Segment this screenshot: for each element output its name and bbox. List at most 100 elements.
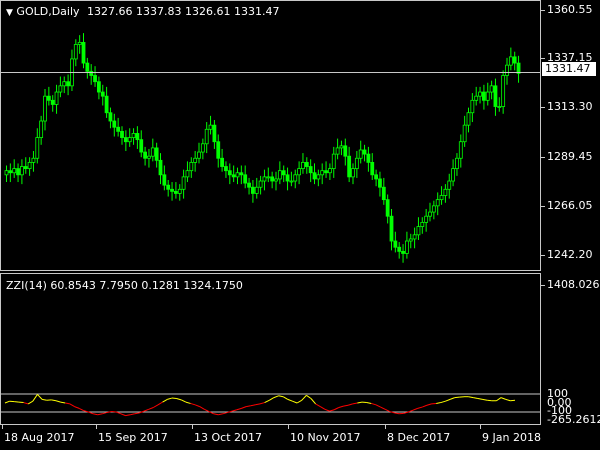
candlestick (277, 161, 282, 185)
candlestick (443, 184, 448, 203)
candlestick (274, 171, 278, 191)
candlestick (120, 126, 124, 145)
candlestick (131, 128, 136, 145)
zzi-segment (445, 398, 451, 402)
zzi-segment (37, 394, 43, 400)
indicator-scale[interactable]: 1408.0261 100 0.00 -100 -265.2612 (541, 273, 600, 426)
zzi-segment (134, 412, 140, 415)
candlestick (289, 171, 294, 187)
candlestick (381, 177, 386, 205)
symbol-name: GOLD,Daily (16, 5, 80, 18)
candlestick (320, 163, 325, 185)
triangle-down-icon[interactable]: ▼ (6, 8, 13, 18)
zzi-segment (32, 394, 38, 402)
candlestick (262, 169, 267, 191)
zzi-segment (60, 401, 66, 404)
zzi-segment (417, 406, 423, 409)
price-scale[interactable]: 1360.55 1337.15 1313.30 1289.45 1266.05 … (541, 0, 600, 271)
zzi-segment (255, 403, 261, 406)
candlestick (12, 159, 17, 178)
price-tick: 1360.55 (547, 3, 593, 16)
candlestick (19, 159, 24, 185)
candlestick (177, 184, 182, 201)
zzi-segment (180, 399, 187, 403)
indicator-panel[interactable]: ZZI(14) 60.8543 7.7950 0.1281 1324.1750 (0, 273, 541, 425)
zzi-segment (259, 402, 265, 405)
price-chart-panel[interactable]: ▼ GOLD,Daily 1327.66 1337.83 1326.61 133… (0, 0, 541, 271)
zzi-segment (301, 395, 307, 401)
candlestick (347, 146, 352, 183)
date-tick: 8 Dec 2017 (387, 431, 451, 444)
zzi-segment (468, 396, 474, 399)
candlestick (166, 179, 171, 197)
candlestick (362, 144, 367, 162)
candlestick (270, 171, 275, 189)
zzi-segment (500, 397, 506, 400)
candlestick (200, 138, 205, 160)
zzi-segment (426, 403, 432, 406)
candlestick (354, 151, 359, 178)
candlestick (77, 35, 82, 54)
candlestick (154, 142, 159, 168)
candlestick (143, 146, 148, 166)
zzi-segment (245, 405, 251, 408)
candlestick (420, 217, 425, 234)
candlestick (493, 78, 498, 116)
zzi-segment (287, 398, 293, 402)
candlestick (358, 140, 363, 164)
zzi-segment (278, 395, 284, 398)
candlestick (374, 169, 379, 187)
candlestick (185, 161, 190, 183)
candlestick (439, 186, 444, 205)
candlestick (339, 140, 344, 156)
candlestick (97, 76, 101, 100)
candlestick (247, 177, 251, 195)
candlestick (281, 165, 286, 183)
candlestick (81, 33, 86, 69)
candlestick (378, 171, 382, 197)
candlestick (23, 157, 28, 174)
candlestick (258, 175, 263, 195)
zzi-segment (41, 398, 47, 401)
candlestick (239, 165, 244, 185)
zzi-segment (157, 401, 163, 406)
candlestick (62, 76, 67, 94)
ohlc-values: 1327.66 1337.83 1326.61 1331.47 (87, 5, 280, 18)
zzi-segment (440, 400, 446, 404)
candlestick (220, 148, 225, 172)
candlestick (204, 122, 209, 154)
zzi-segment (352, 402, 358, 405)
candlestick (93, 66, 97, 87)
zzi-segment (69, 403, 75, 408)
zzi-segment (380, 406, 386, 410)
zzi-segment (296, 399, 302, 404)
zzi-segment (269, 397, 275, 401)
candlestick (508, 47, 513, 71)
zzi-segment (232, 409, 237, 412)
candlestick (404, 231, 409, 259)
price-tick: 1313.30 (547, 100, 593, 113)
candlestick (412, 227, 417, 249)
candlestick (370, 153, 375, 180)
candlestick (485, 82, 490, 106)
candlestick (366, 146, 371, 172)
candlestick (327, 163, 332, 180)
candlestick (100, 84, 105, 106)
candlestick (158, 153, 163, 185)
zzi-segment (315, 403, 321, 408)
candlestick (43, 88, 47, 131)
candlestick (497, 97, 502, 112)
zzi-segment (92, 413, 98, 416)
indicator-header: ZZI(14) 60.8543 7.7950 0.1281 1324.1750 (6, 279, 243, 292)
zzi-segment (273, 395, 279, 399)
candlestick (385, 194, 390, 224)
candlestick (227, 163, 232, 185)
candlestick (35, 128, 40, 164)
date-tick: 18 Aug 2017 (4, 431, 75, 444)
zzi-segment (78, 407, 85, 412)
date-axis[interactable]: 18 Aug 2017 15 Sep 2017 13 Oct 2017 10 N… (0, 425, 600, 450)
zzi-segment (4, 400, 10, 404)
zzi-segment (241, 406, 247, 409)
zzi-segment (338, 405, 344, 408)
date-tick: 13 Oct 2017 (194, 431, 263, 444)
